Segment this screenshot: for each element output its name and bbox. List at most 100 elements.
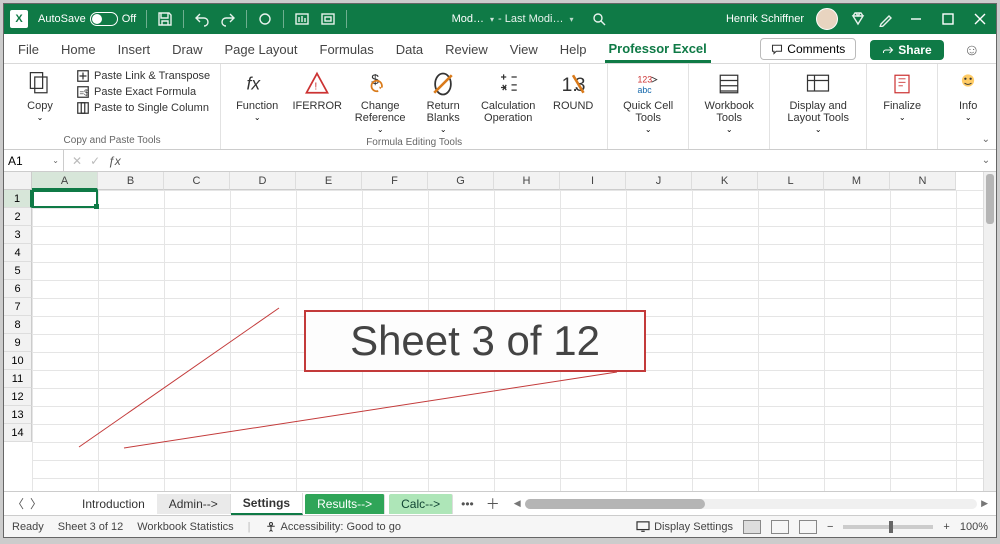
view-page-layout-icon[interactable] — [771, 520, 789, 534]
pen-icon[interactable] — [878, 11, 894, 27]
status-workbook-stats[interactable]: Workbook Statistics — [137, 521, 233, 533]
row-header[interactable]: 2 — [4, 208, 32, 226]
diamond-icon[interactable] — [850, 11, 866, 27]
zoom-level[interactable]: 100% — [960, 521, 988, 533]
zoom-out-icon[interactable]: − — [827, 521, 833, 533]
tab-file[interactable]: File — [14, 38, 43, 63]
info-button[interactable]: Info⌄ — [948, 67, 988, 123]
row-header[interactable]: 3 — [4, 226, 32, 244]
comments-button[interactable]: Comments — [760, 38, 856, 60]
col-header[interactable]: B — [98, 172, 164, 190]
enter-formula-icon[interactable]: ✓ — [90, 154, 100, 168]
zoom-in-icon[interactable]: + — [943, 521, 949, 533]
copy-button[interactable]: Copy ⌄ — [14, 67, 66, 123]
sheet-tab-calc[interactable]: Calc--> — [389, 494, 453, 514]
row-header[interactable]: 12 — [4, 388, 32, 406]
col-header[interactable]: N — [890, 172, 956, 190]
quick-cell-tools-button[interactable]: 123abcQuick Cell Tools⌄ — [618, 67, 678, 135]
sheet-tab-introduction[interactable]: Introduction — [70, 494, 157, 514]
fx-icon[interactable]: ƒx — [108, 154, 121, 168]
tab-view[interactable]: View — [506, 38, 542, 63]
sheet-tab-settings[interactable]: Settings — [231, 493, 303, 515]
row-header[interactable]: 11 — [4, 370, 32, 388]
zoom-slider[interactable] — [843, 525, 933, 529]
sheet-tab-results[interactable]: Results--> — [305, 494, 385, 514]
col-header[interactable]: J — [626, 172, 692, 190]
col-header[interactable]: D — [230, 172, 296, 190]
paste-single-column[interactable]: Paste to Single Column — [76, 101, 210, 115]
function-button[interactable]: fxFunction⌄ — [231, 67, 283, 123]
col-header[interactable]: I — [560, 172, 626, 190]
more-sheets-icon[interactable]: ••• — [455, 497, 480, 511]
col-header[interactable]: L — [758, 172, 824, 190]
qat-icon-1[interactable] — [257, 11, 273, 27]
paste-link-transpose[interactable]: Paste Link & Transpose — [76, 69, 210, 83]
redo-icon[interactable] — [220, 11, 236, 27]
close-button[interactable] — [970, 13, 990, 25]
col-header[interactable]: F — [362, 172, 428, 190]
calculation-operation-button[interactable]: Calculation Operation — [477, 67, 539, 124]
iferror-button[interactable]: !IFERROR — [293, 67, 341, 112]
search-icon[interactable] — [591, 11, 607, 27]
col-header[interactable]: A — [32, 172, 98, 190]
tab-draw[interactable]: Draw — [168, 38, 206, 63]
row-header[interactable]: 10 — [4, 352, 32, 370]
display-layout-tools-button[interactable]: Display and Layout Tools⌄ — [780, 67, 856, 135]
col-header[interactable]: H — [494, 172, 560, 190]
autosave-toggle[interactable]: AutoSave Off — [38, 12, 136, 26]
view-page-break-icon[interactable] — [799, 520, 817, 534]
feedback-icon[interactable]: ☺ — [964, 42, 980, 60]
change-reference-button[interactable]: $Change Reference⌄ — [351, 67, 409, 135]
col-header[interactable]: K — [692, 172, 758, 190]
name-box[interactable]: A1⌄ — [4, 150, 64, 171]
col-header[interactable]: E — [296, 172, 362, 190]
view-normal-icon[interactable] — [743, 520, 761, 534]
tab-help[interactable]: Help — [556, 38, 591, 63]
qat-icon-2[interactable] — [294, 11, 310, 27]
round-button[interactable]: 1.3ROUND — [549, 67, 597, 112]
tab-data[interactable]: Data — [392, 38, 427, 63]
return-blanks-button[interactable]: Return Blanks⌄ — [419, 67, 467, 135]
col-header[interactable]: C — [164, 172, 230, 190]
col-header[interactable]: M — [824, 172, 890, 190]
row-header[interactable]: 6 — [4, 280, 32, 298]
add-sheet-icon[interactable]: ＋ — [480, 494, 506, 514]
sheet-tab-admin[interactable]: Admin--> — [157, 494, 231, 514]
row-header[interactable]: 1 — [4, 190, 32, 208]
display-settings[interactable]: Display Settings — [636, 521, 733, 533]
workbook-tools-button[interactable]: Workbook Tools⌄ — [699, 67, 759, 135]
undo-icon[interactable] — [194, 11, 210, 27]
user-avatar[interactable] — [816, 8, 838, 30]
tab-home[interactable]: Home — [57, 38, 100, 63]
tab-professor-excel[interactable]: Professor Excel — [605, 37, 711, 63]
finalize-button[interactable]: Finalize⌄ — [877, 67, 927, 123]
tab-insert[interactable]: Insert — [114, 38, 155, 63]
formula-strip[interactable]: ✕ ✓ ƒx — [64, 154, 976, 168]
cells-area[interactable]: Sheet 3 of 12 — [32, 190, 983, 491]
tab-review[interactable]: Review — [441, 38, 492, 63]
save-icon[interactable] — [157, 11, 173, 27]
tab-page-layout[interactable]: Page Layout — [221, 38, 302, 63]
row-header[interactable]: 5 — [4, 262, 32, 280]
row-header[interactable]: 8 — [4, 316, 32, 334]
tab-formulas[interactable]: Formulas — [316, 38, 378, 63]
row-header[interactable]: 4 — [4, 244, 32, 262]
expand-formula-bar-icon[interactable]: ⌄ — [976, 155, 996, 166]
vertical-scrollbar[interactable] — [983, 172, 996, 491]
row-header[interactable]: 7 — [4, 298, 32, 316]
share-button[interactable]: Share — [870, 40, 943, 60]
paste-exact-formula[interactable]: =$Paste Exact Formula — [76, 85, 210, 99]
prev-sheet-icon[interactable]: 〈 — [12, 495, 24, 512]
select-all-corner[interactable] — [4, 172, 32, 190]
row-header[interactable]: 9 — [4, 334, 32, 352]
next-sheet-icon[interactable]: 〉 — [30, 495, 42, 512]
collapse-ribbon-icon[interactable]: ⌄ — [982, 134, 990, 145]
row-header[interactable]: 13 — [4, 406, 32, 424]
minimize-button[interactable] — [906, 13, 926, 25]
horizontal-scrollbar[interactable]: ◀ ▶ — [506, 498, 996, 509]
row-header[interactable]: 14 — [4, 424, 32, 442]
col-header[interactable]: G — [428, 172, 494, 190]
last-modified-dropdown[interactable]: - Last Modi… — [498, 13, 573, 25]
qat-icon-3[interactable] — [320, 11, 336, 27]
document-name[interactable]: Mod… — [452, 13, 494, 25]
